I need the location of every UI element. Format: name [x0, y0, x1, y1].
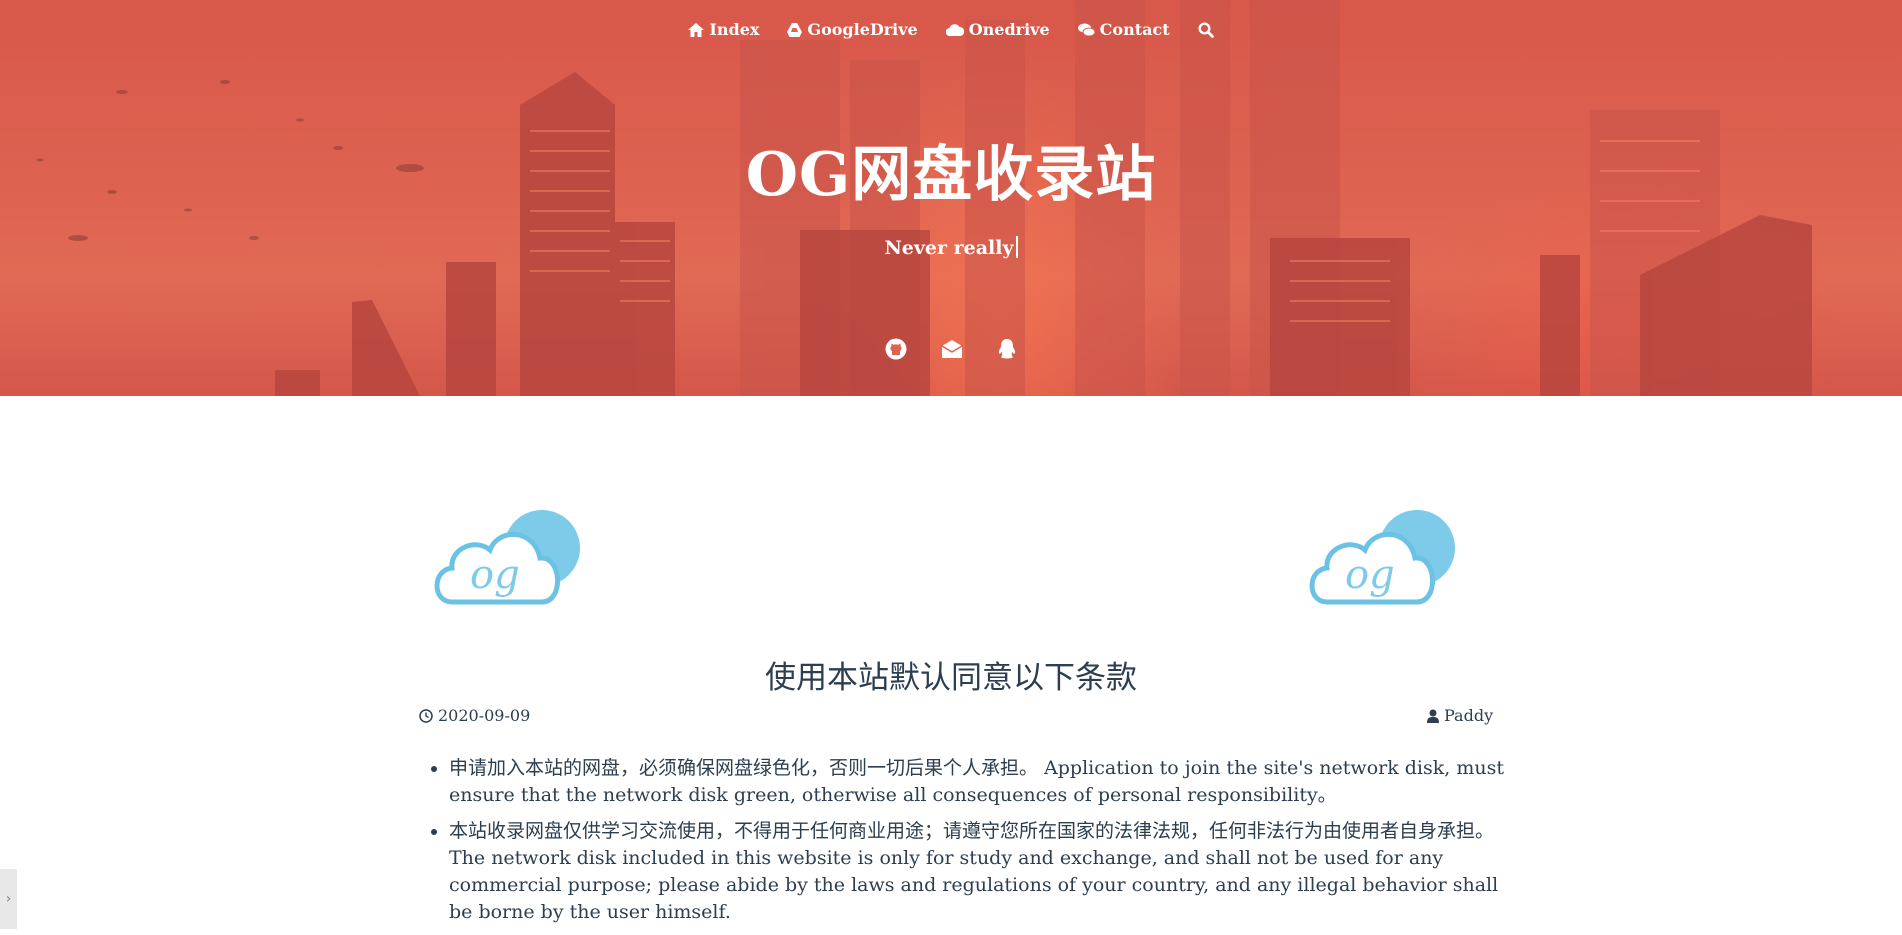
nav-item-label: Onedrive — [968, 20, 1050, 39]
post-author: Paddy — [1427, 706, 1493, 725]
terms-list-item: 申请加入本站的网盘，必须确保网盘绿色化，否则一切后果个人承担。 Applicat… — [449, 755, 1519, 809]
og-cloud-logo-left: og — [434, 510, 580, 605]
nav-search-button[interactable] — [1198, 20, 1214, 39]
email-icon — [941, 340, 963, 358]
nav-item-index[interactable]: Index — [688, 20, 759, 39]
chevron-right-icon: › — [5, 891, 12, 907]
chat-icon — [1077, 23, 1095, 36]
post-title: 使用本站默认同意以下条款 — [765, 660, 1137, 696]
post-date: 2020-09-09 — [419, 706, 530, 725]
nav-item-contact[interactable]: Contact — [1077, 20, 1170, 39]
clock-icon — [419, 708, 433, 723]
post-date-text: 2020-09-09 — [438, 706, 531, 725]
qq-link[interactable] — [997, 338, 1017, 364]
nav-item-googledrive[interactable]: GoogleDrive — [787, 20, 918, 39]
github-icon — [885, 338, 907, 360]
github-link[interactable] — [885, 338, 907, 364]
nav-item-label: Contact — [1099, 20, 1170, 39]
cloud-icon — [945, 24, 964, 36]
hero-banner: Index GoogleDrive Onedrive Contact OG网盘收… — [0, 0, 1902, 396]
user-icon — [1427, 709, 1439, 723]
logo-text: og — [470, 552, 520, 598]
social-links — [0, 338, 1902, 364]
og-cloud-logo-right: og — [1309, 510, 1455, 605]
logo-text: og — [1345, 552, 1395, 598]
top-navigation: Index GoogleDrive Onedrive Contact — [0, 20, 1902, 39]
sidebar-toggle-button[interactable]: › — [0, 869, 17, 929]
nav-item-label: GoogleDrive — [807, 20, 918, 39]
subtitle-text: Never really — [884, 237, 1014, 259]
home-icon — [688, 22, 705, 37]
terms-list: 申请加入本站的网盘，必须确保网盘绿色化，否则一切后果个人承担。 Applicat… — [419, 755, 1519, 935]
nav-item-onedrive[interactable]: Onedrive — [945, 20, 1050, 39]
email-link[interactable] — [941, 338, 963, 364]
google-drive-icon — [787, 22, 803, 37]
post-author-text: Paddy — [1444, 706, 1494, 725]
nav-item-label: Index — [709, 20, 760, 39]
search-icon — [1198, 21, 1214, 38]
site-subtitle: Never really — [0, 236, 1902, 259]
typing-cursor — [1015, 236, 1018, 258]
terms-list-item: 本站收录网盘仅供学习交流使用，不得用于任何商业用途；请遵守您所在国家的法律法规，… — [449, 818, 1519, 926]
qq-icon — [998, 339, 1016, 359]
site-title: OG网盘收录站 — [745, 140, 1157, 210]
